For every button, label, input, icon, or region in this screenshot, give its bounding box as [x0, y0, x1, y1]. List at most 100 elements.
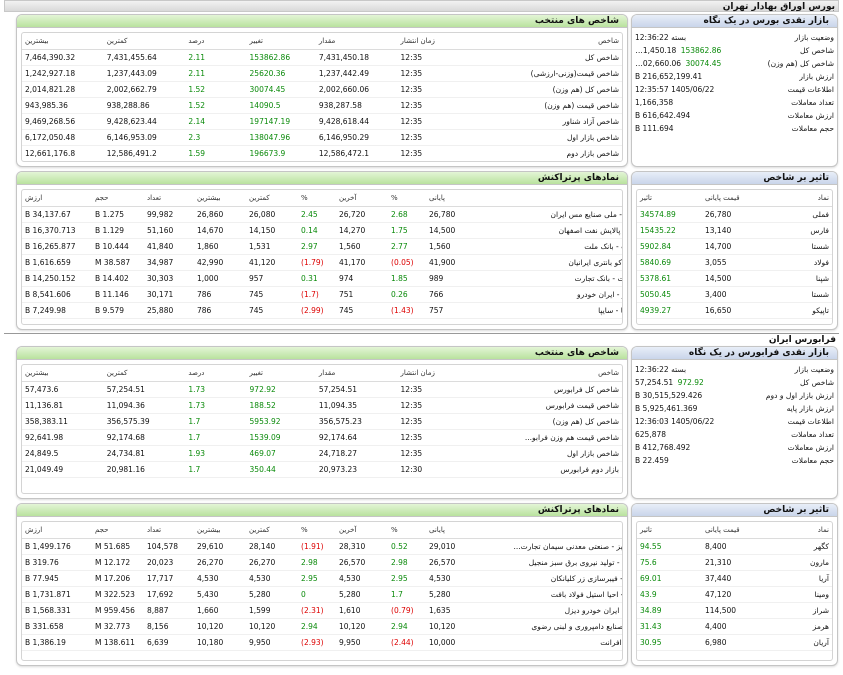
- column-header: ارزش: [22, 522, 92, 539]
- column-header: آخرین: [336, 522, 388, 539]
- table-row[interactable]: سمهریز - صنعتی معدنی سیمان تجارت...29,01…: [22, 538, 622, 555]
- table-row[interactable]: حکلیا - فیبرسازی زر کلیانکان4,5302.954,5…: [22, 570, 622, 587]
- table-cell: 99,982: [144, 206, 194, 223]
- table-cell: 5,280: [336, 586, 388, 603]
- table-row[interactable]: اخابر - احیا استیل فولاد بافت5,2801.75,2…: [22, 586, 622, 603]
- table-cell: 14,250.152 B: [22, 270, 92, 287]
- market-stat-value: 616,642.494 B: [632, 109, 724, 122]
- table-row[interactable]: شاخص بازار دوم 12:35 12,586,472.1 196673.9 1…: [22, 145, 622, 161]
- table-row[interactable]: وبملت - بانک ملت1,5602.771,5602.971,5311…: [22, 238, 622, 255]
- market-stat-value: 111.694 B: [632, 122, 724, 135]
- table-cell: 4,530: [426, 570, 474, 587]
- table-cell: 1,616.659 B: [22, 254, 92, 271]
- market-stat-value: 30,515,529.426 B: [632, 389, 724, 402]
- table-row[interactable]: کگهر 8,400 94.55: [637, 538, 832, 555]
- table-row[interactable]: لبن - صنایع دامپروری و لبنی رضوی10,1202.…: [22, 618, 622, 635]
- table-row[interactable]: آکو - اکو بانتری ایرانیان41,900(0.05)41,…: [22, 254, 622, 271]
- farabourse-traded-title: نمادهای پرتراکنش: [17, 504, 627, 517]
- table-row[interactable]: تاپیکو 16,650 4939.27: [637, 302, 832, 319]
- market-stat-value: بسته 12:36:22: [632, 31, 724, 44]
- table-row[interactable]: شاخص قیمت(وزنی-ارزشی) 12:35 1,237,442.49 25…: [22, 65, 622, 82]
- table-cell: 12:35: [397, 129, 469, 146]
- market-stat-row: ارزش بازار اول و دوم 30,515,529.426 B: [632, 389, 837, 402]
- table-row[interactable]: آریا 37,440 69.01: [637, 570, 832, 587]
- table-row[interactable]: فارس 13,140 15435.22: [637, 222, 832, 239]
- table-cell: شستا: [767, 286, 832, 303]
- table-row[interactable]: شاخص بازار اول 12:35 6,146,950.29 138047.96…: [22, 129, 622, 146]
- table-cell: (2.31): [298, 602, 336, 619]
- market-stat-label: وضعیت بازار: [794, 365, 834, 374]
- table-row[interactable]: شاخص قیمت فرابورس 12:35 11,094.35 188.52 1.7…: [22, 397, 622, 414]
- table-row[interactable]: شاخص قیمت (هم وزن) 12:35 938,287.58 14090.5…: [22, 97, 622, 114]
- table-row[interactable]: شاخص کل (هم وزن) 12:35 2,002,660.06 30074.4…: [22, 81, 622, 98]
- market-stat-number: 22.459 B: [635, 456, 669, 465]
- table-row[interactable]: آریان 6,980 30.95: [637, 634, 832, 651]
- table-cell: افرا - افرانت: [474, 634, 622, 651]
- market-stat-number: 625,878: [635, 430, 667, 439]
- table-cell: 356,575.39: [103, 413, 186, 430]
- table-row[interactable]: شاخص کل (هم وزن) 12:35 356,575.23 5953.92 1.…: [22, 413, 622, 430]
- table-row[interactable]: شاخص بازار اول 12:35 24,718.27 469.07 1.93 24…: [22, 445, 622, 462]
- table-row[interactable]: شپنا - پالایش نفت اصفهان14,5001.7514,270…: [22, 222, 622, 239]
- table-cell: 153862.86: [246, 49, 316, 66]
- bourse-indices-table: شاخص زمان انتشار مقدار تغییر درصد کمترین بیشتر…: [22, 33, 622, 161]
- table-cell: 15435.22: [637, 222, 702, 239]
- table-cell: 41,840: [144, 238, 194, 255]
- table-cell: 6,172,050.48: [22, 129, 104, 146]
- table-cell: 2.97: [298, 238, 336, 255]
- table-cell: وبملت - بانک ملت: [474, 238, 622, 255]
- market-stat-value: 972.92 57,254.51: [632, 376, 724, 389]
- table-row[interactable]: شراز 114,500 34.89: [637, 602, 832, 619]
- table-row[interactable]: افرا - افرانت10,000(2.44)9,950(2.93)9,95…: [22, 634, 622, 651]
- farabourse-market-table: وضعیت بازار بسته 12:36:22 شاخص کل 972.92 57…: [632, 363, 837, 467]
- table-cell: آریا: [767, 570, 832, 587]
- table-row[interactable]: خودرو - ایران خودرو7660.26751(1.7)745786…: [22, 286, 622, 303]
- table-cell: شاخص کل (هم وزن): [468, 413, 622, 430]
- column-header: حجم: [92, 522, 144, 539]
- table-row[interactable]: وتجارت - بانک تجارت9891.859740.319571,00…: [22, 270, 622, 287]
- table-cell: 26,270: [194, 554, 246, 571]
- table-cell: 8,541.606 B: [22, 286, 92, 303]
- column-header: پایانی: [426, 190, 474, 207]
- table-cell: 989: [426, 270, 474, 287]
- header-row: نماد قیمت پایانی تاثیر: [637, 522, 832, 539]
- table-row[interactable]: فملی 26,780 34574.89: [637, 206, 832, 223]
- table-cell: 1,731.871 B: [22, 586, 92, 603]
- table-cell: 16,650: [702, 302, 767, 319]
- table-row[interactable]: ومینا 47,120 43.9: [637, 586, 832, 603]
- market-stat-number: بسته 12:36:22: [635, 33, 687, 42]
- table-row[interactable]: شپنا 14,500 5378.61: [637, 270, 832, 287]
- table-cell: شستا: [767, 238, 832, 255]
- table-cell: 1.7: [185, 461, 247, 478]
- table-cell: 29,610: [194, 538, 246, 555]
- column-header: بیشترین: [194, 190, 246, 207]
- table-cell: 24,718.27: [315, 445, 398, 462]
- table-row[interactable]: فولاد 3,055 5840.69: [637, 254, 832, 271]
- table-row[interactable]: شاخص قیمت هم وزن فرابو... 12:35 92,174.64 1…: [22, 429, 622, 446]
- table-cell: 943,985.36: [22, 97, 104, 114]
- table-row[interactable]: شاخص کل 12:35 7,431,450.18 153862.86 2.11 7,4…: [22, 49, 622, 66]
- table-cell: 10,180: [194, 634, 246, 651]
- table-row[interactable]: شستا 3,400 5050.45: [637, 286, 832, 303]
- table-row[interactable]: هرمز 4,400 31.43: [637, 618, 832, 635]
- table-row[interactable]: مارون 21,310 75.6: [637, 554, 832, 571]
- table-cell: 1.52: [185, 81, 247, 98]
- table-row[interactable]: شستا 14,700 5902.84: [637, 238, 832, 255]
- column-header: بیشترین: [22, 365, 104, 382]
- table-cell: 4,400: [702, 618, 767, 635]
- column-header: نماد: [474, 522, 622, 539]
- column-header: نماد: [474, 190, 622, 207]
- table-row[interactable]: منجیل - تولید نیروی برق سبز منجیل26,5702…: [22, 554, 622, 571]
- table-row[interactable]: شاخص آزاد شناور 12:35 9,428,618.44 197147.1…: [22, 113, 622, 130]
- table-row[interactable]: فملی - ملی صنایع مس ایران26,7802.6826,72…: [22, 206, 622, 223]
- bourse-impact-title: تاثیر بر شاخص: [632, 172, 837, 185]
- market-stat-label: اطلاعات قیمت: [787, 417, 834, 426]
- table-row[interactable]: بازار دوم فرابورس 12:30 20,973.23 350.44 1.7…: [22, 461, 622, 478]
- table-cell: 28,310: [336, 538, 388, 555]
- table-row[interactable]: خسایپا - سایپا757(1.43)745(2.99)74578625…: [22, 302, 622, 319]
- table-cell: 1.7: [185, 413, 247, 430]
- table-row[interactable]: خاور - ایران خودرو دیزل1,635(0.79)1,610(…: [22, 602, 622, 619]
- table-row[interactable]: شاخص کل فرابورس 12:35 57,254.51 972.92 1.73 5…: [22, 381, 622, 398]
- table-cell: 1539.09: [246, 429, 316, 446]
- table-cell: ومینا: [767, 586, 832, 603]
